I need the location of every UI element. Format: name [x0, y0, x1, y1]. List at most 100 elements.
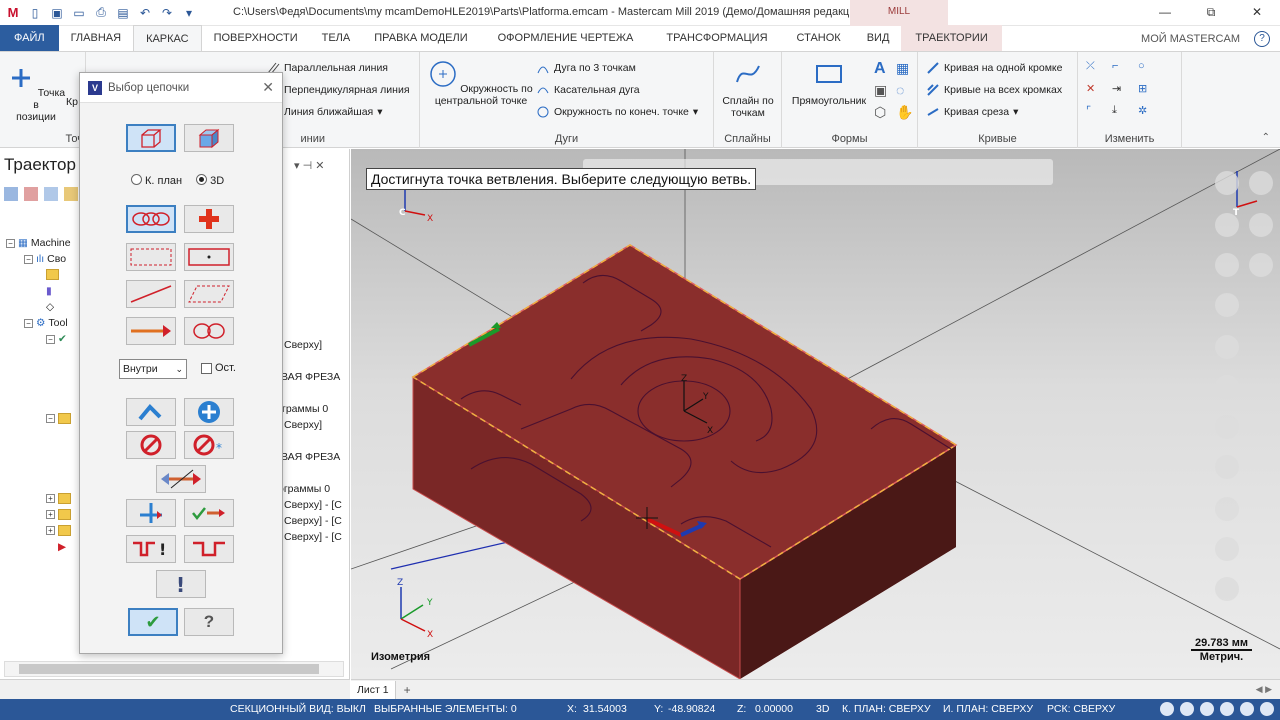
collapse-icon[interactable]: − — [24, 318, 33, 328]
gear-small-icon[interactable]: ✲ — [1138, 104, 1156, 122]
spline-points-button[interactable]: Сплайн по точкам — [718, 60, 778, 119]
tab-home[interactable]: ГЛАВНАЯ — [59, 25, 133, 51]
wireframe-mode-button[interactable] — [126, 124, 176, 152]
trim-icon[interactable]: ⤫ — [1086, 60, 1104, 78]
tab-solids[interactable]: ТЕЛА — [310, 25, 363, 51]
redo-icon[interactable]: ↷ — [158, 4, 176, 22]
solid-view-icon[interactable] — [1200, 702, 1214, 716]
tree-row-op1[interactable]: − ✔ — [46, 333, 67, 345]
unselect-all-button[interactable]: * — [184, 431, 234, 459]
clip-icon[interactable] — [1215, 577, 1239, 601]
tree-row-machine[interactable]: − ▦ Machine — [6, 237, 71, 249]
shading-icon[interactable] — [1249, 171, 1273, 195]
move-down-icon[interactable]: ⤓ — [1112, 104, 1130, 122]
parallel-line-button[interactable]: Параллельная линия — [266, 58, 388, 78]
arc-3pts-button[interactable]: Дуга по 3 точкам — [536, 58, 636, 78]
inside-select[interactable]: Внутри ⌄ — [119, 359, 187, 379]
layer-icon[interactable] — [1215, 497, 1239, 521]
tree-row-op5[interactable]: + — [46, 525, 71, 536]
close-window-button[interactable]: ✕ — [1234, 0, 1280, 26]
tangent-snap-icon[interactable] — [1215, 293, 1239, 317]
tplane-status[interactable]: И. ПЛАН: СВЕРХУ — [943, 703, 1033, 715]
fillet-icon[interactable]: ⌐ — [1112, 60, 1130, 78]
modify-circle-icon[interactable]: ○ — [1138, 60, 1156, 78]
help-button[interactable]: ? — [184, 608, 234, 636]
tree-row-stock[interactable]: ◇ — [46, 301, 54, 313]
cross-snap-icon[interactable] — [1215, 335, 1239, 359]
rectangle-button[interactable]: Прямоугольник — [786, 60, 872, 107]
qat-dropdown-icon[interactable]: ▾ — [180, 4, 198, 22]
curve-slice-button[interactable]: Кривая среза ▾ — [926, 102, 1018, 122]
tab-machine[interactable]: СТАНОК — [783, 25, 855, 51]
scene-svg[interactable]: Z Y X Z Y X C X T — [351, 149, 1280, 679]
new-file-icon[interactable]: ▯ — [26, 4, 44, 22]
expand-icon[interactable]: + — [46, 494, 55, 503]
circle-edge-button[interactable]: Окружность по конеч. точке ▾ — [536, 102, 698, 122]
checkbox-box[interactable] — [201, 362, 212, 374]
partial-button[interactable] — [184, 317, 234, 345]
tree-row-op4[interactable]: + — [46, 509, 71, 520]
point-position-button[interactable]: Точка в позиции — [6, 64, 66, 123]
ribbon-collapse-icon[interactable]: ⌃ — [1262, 132, 1270, 143]
shaded-view-icon[interactable] — [1180, 702, 1194, 716]
translucent-view-icon[interactable] — [1220, 702, 1234, 716]
tab-drafting[interactable]: ОФОРМЛЕНИЕ ЧЕРТЕЖА — [480, 25, 652, 51]
tab-toolpaths[interactable]: ТРАЕКТОРИИ — [901, 25, 1002, 51]
tab-view[interactable]: ВИД — [855, 25, 902, 51]
graphics-viewport[interactable]: Z Y X Z Y X C X T Достигнута точка ветвл… — [351, 149, 1280, 679]
box-icon[interactable]: ▣ — [874, 82, 892, 100]
tree-horizontal-scrollbar[interactable] — [4, 661, 344, 677]
cube-view-icon[interactable] — [1215, 455, 1239, 479]
open-folder-icon[interactable]: ▭ — [70, 4, 88, 22]
add-sheet-button[interactable]: + — [396, 683, 419, 697]
collapse-icon[interactable]: − — [6, 238, 15, 248]
options-move-button[interactable] — [126, 499, 176, 527]
text-icon[interactable]: A — [874, 60, 892, 78]
tree-row-tools[interactable]: ▮ — [46, 285, 52, 297]
tangent-arc-button[interactable]: Касательная дуга — [536, 80, 640, 100]
print-icon[interactable]: ⎙ — [92, 4, 110, 22]
undo-chain-button[interactable] — [126, 398, 176, 426]
curve-one-edge-button[interactable]: Кривая на одной кромке — [926, 58, 1062, 78]
ruler-icon[interactable] — [1215, 415, 1239, 439]
tab-surfaces[interactable]: ПОВЕРХНОСТИ — [202, 25, 310, 51]
ok-button[interactable]: ✔ — [128, 608, 178, 636]
box-plus-icon[interactable]: ⊞ — [1138, 82, 1156, 100]
mode-3d-status[interactable]: 3D — [816, 703, 829, 715]
tree-row-insert-arrow[interactable]: ▶ — [58, 541, 66, 553]
minimize-button[interactable]: — — [1142, 0, 1188, 26]
end-options-2-button[interactable] — [184, 535, 234, 563]
tree-row-op3[interactable]: + — [46, 493, 71, 504]
scroll-thumb[interactable] — [19, 664, 319, 674]
tree-row-op2[interactable]: − — [46, 413, 71, 424]
tree-row-toolpath-group[interactable]: − ⚙ Tool — [24, 317, 68, 329]
section-view-status[interactable]: СЕКЦИОННЫЙ ВИД: ВЫКЛ — [230, 703, 366, 715]
measure-icon[interactable] — [1215, 375, 1239, 399]
warning-button[interactable]: ! — [156, 570, 206, 598]
section-icon[interactable] — [1215, 537, 1239, 561]
tab-transform[interactable]: ТРАНСФОРМАЦИЯ — [651, 25, 782, 51]
window-button[interactable] — [126, 243, 176, 271]
tab-model-prep[interactable]: ПРАВКА МОДЕЛИ — [362, 25, 479, 51]
restore-button[interactable]: ⧉ — [1188, 0, 1234, 26]
circle-snap-icon[interactable] — [1215, 253, 1239, 277]
single-button[interactable] — [126, 280, 176, 308]
expand-icon[interactable]: + — [46, 510, 55, 519]
cplane-status[interactable]: К. ПЛАН: СВЕРХУ — [842, 703, 931, 715]
close-icon[interactable]: ✕ — [262, 79, 274, 96]
color-view-icon[interactable] — [1260, 702, 1274, 716]
tree-row-files[interactable] — [46, 269, 59, 280]
circle-center-button[interactable]: Окружность по центральной точке — [426, 60, 536, 107]
polygon-icon[interactable]: ⬡ — [874, 104, 892, 122]
filter-icon[interactable] — [1215, 171, 1239, 195]
collapse-icon[interactable]: − — [46, 334, 55, 344]
closest-line-button[interactable]: Линия ближайшая ▾ — [266, 102, 383, 122]
delete-x-icon[interactable]: ✕ — [1086, 82, 1104, 100]
regenerate-icon[interactable] — [44, 187, 58, 201]
collapse-icon[interactable]: − — [46, 414, 55, 423]
help-icon[interactable]: ? — [1254, 31, 1270, 47]
hidden-line-icon[interactable] — [1240, 702, 1254, 716]
tree-row-properties[interactable]: − ılı Сво — [24, 253, 66, 265]
sheet-tab-1[interactable]: Лист 1 — [351, 680, 396, 699]
lock-icon[interactable] — [64, 187, 78, 201]
